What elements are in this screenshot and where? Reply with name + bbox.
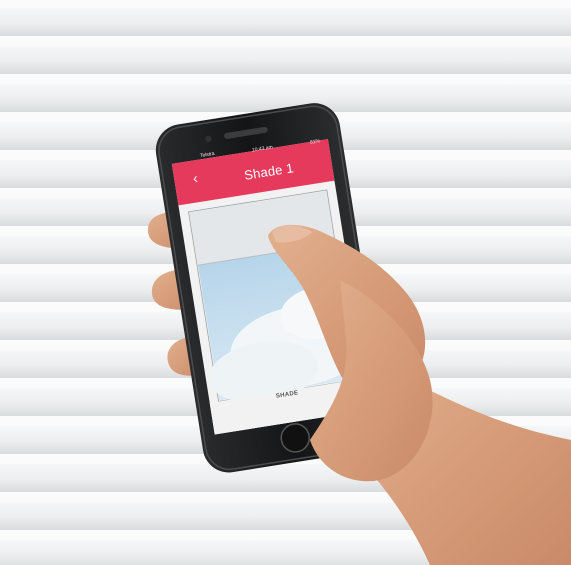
status-battery: 81% — [309, 138, 321, 146]
chevron-left-icon[interactable]: ‹ — [192, 170, 199, 187]
shade-control-label[interactable]: SHADE — [276, 390, 299, 399]
page-title: Shade 1 — [243, 160, 295, 183]
app-screen: Telstra 10:43 am 81% ‹ Shade 1 SHADE — [0, 0, 571, 565]
status-carrier: Telstra — [199, 150, 216, 160]
status-time: 10:43 am — [251, 144, 274, 154]
photo-scene: Telstra 10:43 am 81% ‹ Shade 1 SHADE — [0, 0, 571, 565]
